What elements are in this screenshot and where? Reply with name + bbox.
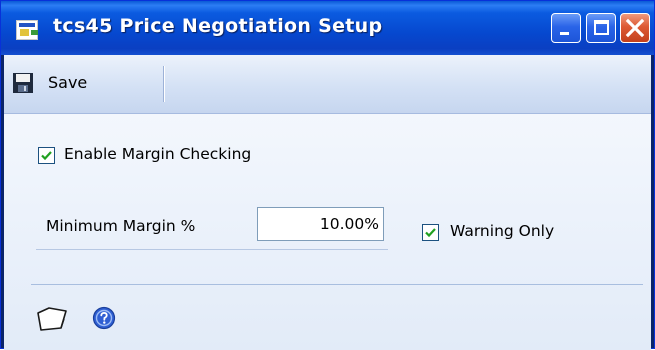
toolbar: Save bbox=[4, 55, 651, 114]
close-button[interactable] bbox=[620, 13, 650, 43]
minimum-margin-row: Minimum Margin % bbox=[36, 202, 388, 250]
close-icon bbox=[625, 18, 645, 38]
enable-margin-checking-label[interactable]: Enable Margin Checking bbox=[64, 145, 251, 163]
checkmark-icon bbox=[425, 228, 436, 238]
checkmark-icon bbox=[41, 151, 52, 161]
footer-divider bbox=[31, 284, 643, 285]
dialog-client-area: Save Enable Margin Checking Minimum Marg… bbox=[4, 55, 651, 350]
minimize-button[interactable] bbox=[551, 13, 581, 43]
minimize-icon bbox=[560, 32, 569, 35]
maximize-icon bbox=[594, 20, 609, 35]
warning-only-label[interactable]: Warning Only bbox=[450, 222, 554, 240]
save-button[interactable]: Save bbox=[10, 65, 160, 101]
window-form-icon[interactable] bbox=[16, 20, 38, 40]
enable-margin-checking-checkbox[interactable] bbox=[38, 147, 55, 164]
maximize-button[interactable] bbox=[586, 13, 616, 43]
toolbar-separator bbox=[163, 66, 164, 102]
help-icon[interactable] bbox=[92, 306, 116, 330]
warning-only-checkbox[interactable] bbox=[422, 224, 439, 241]
save-label: Save bbox=[48, 73, 88, 92]
minimum-margin-label: Minimum Margin % bbox=[46, 217, 196, 235]
window-title: tcs45 Price Negotiation Setup bbox=[53, 15, 383, 37]
form-area: Enable Margin Checking Minimum Margin % … bbox=[4, 114, 651, 350]
floppy-disk-icon bbox=[13, 73, 33, 93]
title-bar[interactable]: tcs45 Price Negotiation Setup bbox=[1, 1, 654, 55]
dialog-window: tcs45 Price Negotiation Setup Save Enabl… bbox=[0, 0, 655, 350]
minimum-margin-input[interactable] bbox=[257, 207, 384, 241]
note-icon[interactable] bbox=[35, 305, 71, 333]
